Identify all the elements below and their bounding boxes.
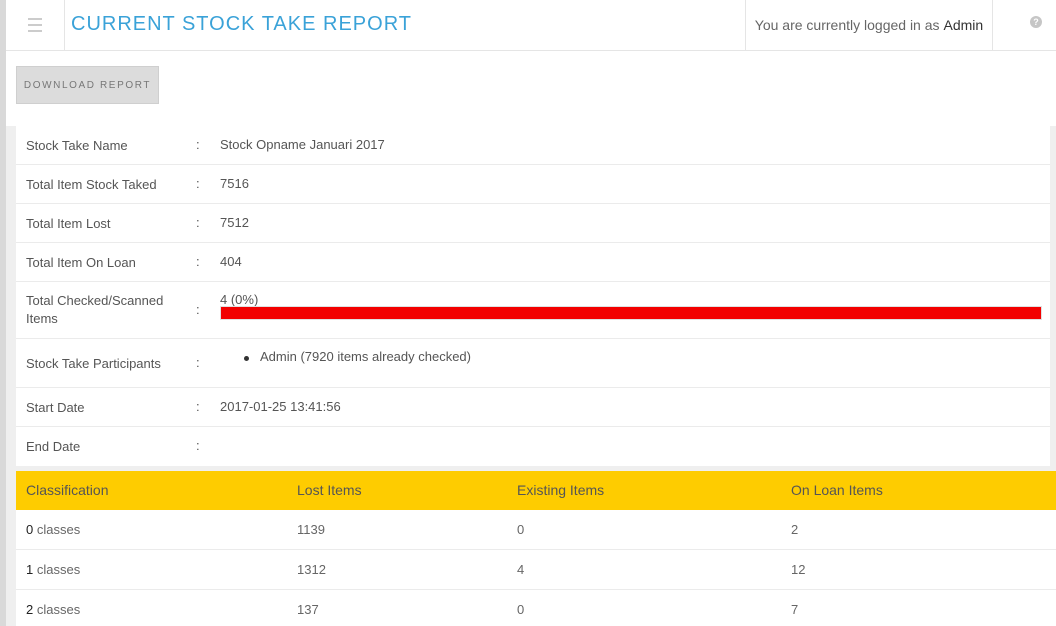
value-total-taked: 7516 <box>220 176 249 191</box>
label-total-lost: Total Item Lost <box>26 216 111 231</box>
existing-cell: 0 <box>517 602 525 617</box>
checked-progress-fill <box>221 307 1041 319</box>
label-stock-take-name: Stock Take Name <box>26 138 128 153</box>
row-participants: Stock Take Participants : Admin (7920 it… <box>16 339 1050 388</box>
help-icon[interactable]: ? <box>1030 16 1042 28</box>
on-loan-cell: 7 <box>791 602 799 617</box>
colon: : <box>196 215 200 230</box>
row-start-date: Start Date : 2017-01-25 13:41:56 <box>16 388 1050 427</box>
existing-cell: 0 <box>517 522 525 537</box>
label-end-date: End Date <box>26 439 81 454</box>
label-total-taked: Total Item Stock Taked <box>26 177 157 192</box>
value-checked: 4 (0%) <box>220 292 259 307</box>
existing-cell: 4 <box>517 562 525 577</box>
lost-cell: 137 <box>297 602 319 617</box>
login-prefix: You are currently logged in as <box>754 17 940 33</box>
row-end-date: End Date : <box>16 427 1050 465</box>
value-start-date: 2017-01-25 13:41:56 <box>220 399 341 414</box>
participant-item: Admin (7920 items already checked) <box>244 349 471 364</box>
hamburger-icon <box>28 16 42 34</box>
class-number: 2 <box>26 602 34 617</box>
label-total-on-loan: Total Item On Loan <box>26 255 136 270</box>
class-label: classes <box>36 602 81 617</box>
class-cell: 1 classes <box>26 562 80 577</box>
value-total-on-loan: 404 <box>220 254 242 269</box>
row-stock-take-name: Stock Take Name : Stock Opname Januari 2… <box>16 126 1050 165</box>
page-title: CURRENT STOCK TAKE REPORT <box>71 13 412 35</box>
colon: : <box>196 399 200 414</box>
label-start-date: Start Date <box>26 400 85 415</box>
download-report-button[interactable]: DOWNLOAD REPORT <box>16 66 159 104</box>
colon: : <box>196 254 200 269</box>
top-header: CURRENT STOCK TAKE REPORT You are curren… <box>6 0 1056 51</box>
on-loan-cell: 12 <box>791 562 806 577</box>
value-total-lost: 7512 <box>220 215 249 230</box>
class-number: 1 <box>26 562 34 577</box>
class-label: classes <box>36 562 81 577</box>
header-existing-items: Existing Items <box>517 482 605 498</box>
colon: : <box>196 438 200 453</box>
label-checked: Total Checked/Scanned Items <box>26 293 164 326</box>
checked-progress-bar <box>220 306 1042 320</box>
lost-cell: 1312 <box>297 562 326 577</box>
colon: : <box>196 355 200 370</box>
table-row: 1 classes 1312 4 12 <box>16 550 1056 590</box>
value-stock-take-name: Stock Opname Januari 2017 <box>220 137 385 152</box>
row-total-taked: Total Item Stock Taked : 7516 <box>16 165 1050 204</box>
class-cell: 2 classes <box>26 602 80 617</box>
header-on-loan-items: On Loan Items <box>791 482 883 498</box>
colon: : <box>196 302 200 317</box>
class-number: 0 <box>26 522 34 537</box>
colon: : <box>196 176 200 191</box>
row-total-lost: Total Item Lost : 7512 <box>16 204 1050 243</box>
user-name: Admin <box>943 17 984 33</box>
toolbar: DOWNLOAD REPORT <box>6 51 1056 126</box>
header-lost-items: Lost Items <box>297 482 362 498</box>
login-status: You are currently logged in as Admin <box>745 0 993 50</box>
table-row: 0 classes 1139 0 2 <box>16 510 1056 550</box>
report-info-card: Stock Take Name : Stock Opname Januari 2… <box>16 126 1050 466</box>
menu-button[interactable] <box>6 0 65 50</box>
class-label: classes <box>36 522 81 537</box>
participants-list: Admin (7920 items already checked) <box>244 349 471 364</box>
lost-cell: 1139 <box>297 522 325 537</box>
table-header: Classification Lost Items Existing Items… <box>16 471 1056 510</box>
on-loan-cell: 2 <box>791 522 799 537</box>
table-row: 2 classes 137 0 7 <box>16 590 1056 626</box>
row-checked: Total Checked/Scanned Items : 4 (0%) <box>16 282 1050 339</box>
row-total-on-loan: Total Item On Loan : 404 <box>16 243 1050 282</box>
colon: : <box>196 137 200 152</box>
class-cell: 0 classes <box>26 522 80 537</box>
header-classification: Classification <box>26 482 109 498</box>
label-participants: Stock Take Participants <box>26 356 161 371</box>
